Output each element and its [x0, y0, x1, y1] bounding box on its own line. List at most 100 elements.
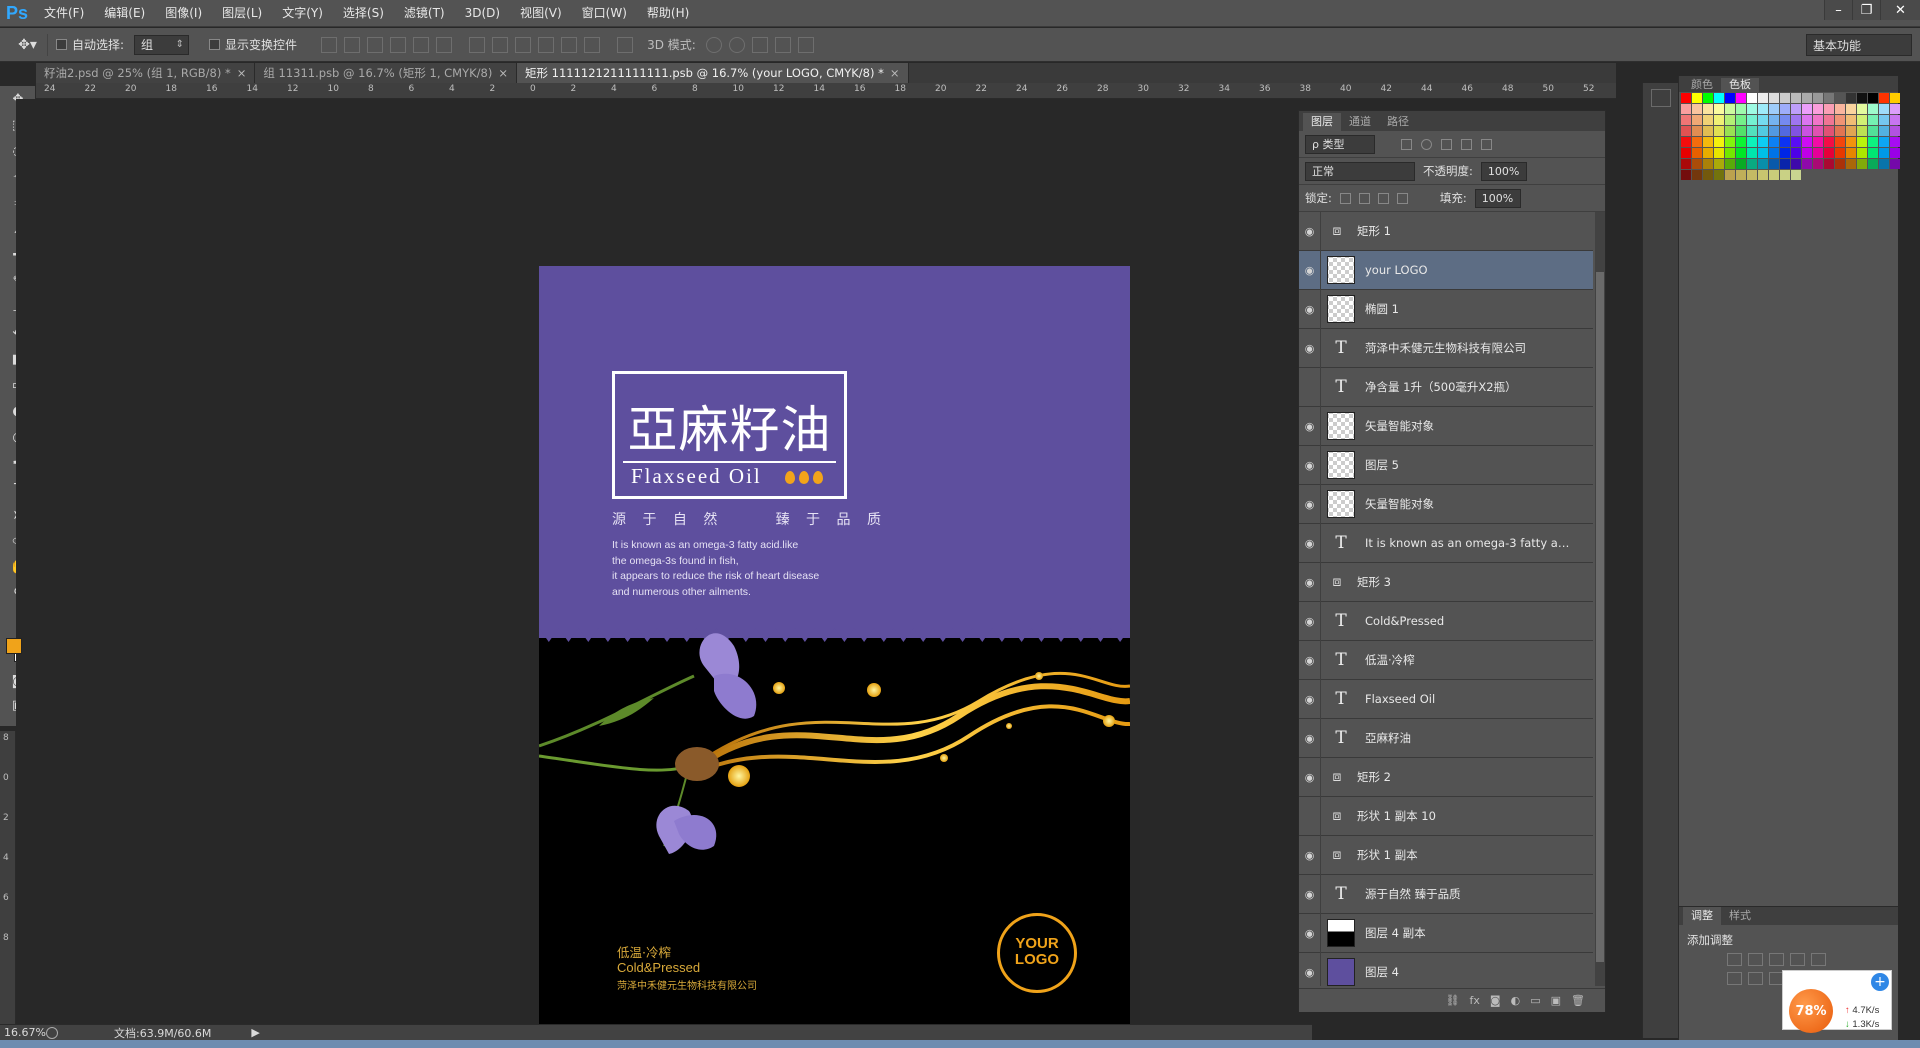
color-swatch[interactable] — [1736, 104, 1746, 114]
swatches-panel-tab[interactable]: 色板 — [1721, 78, 1759, 92]
color-swatch[interactable] — [1758, 159, 1768, 169]
color-swatch[interactable] — [1879, 126, 1889, 136]
align-right-icon[interactable] — [436, 36, 453, 53]
color-swatch[interactable] — [1824, 104, 1834, 114]
move-tool-preset-icon[interactable]: ✥▾ — [8, 33, 48, 56]
color-swatch[interactable] — [1714, 170, 1724, 180]
menu-item-6[interactable]: 滤镜(T) — [394, 0, 455, 27]
visibility-eye-icon[interactable]: ◉ — [1299, 523, 1321, 563]
align-left-icon[interactable] — [390, 36, 407, 53]
tab-close-icon[interactable]: × — [498, 66, 508, 80]
align-top-icon[interactable] — [321, 36, 338, 53]
rotate-3d-icon[interactable] — [705, 36, 722, 53]
color-swatch[interactable] — [1681, 159, 1691, 169]
visibility-eye-icon[interactable]: ◉ — [1299, 913, 1321, 953]
document-canvas[interactable]: 亞麻籽油 Flaxseed Oil 源 于 自 然 臻 于 品 质 It is … — [539, 266, 1130, 1048]
color-swatch[interactable] — [1857, 93, 1867, 103]
color-swatch[interactable] — [1857, 148, 1867, 158]
color-swatch[interactable] — [1835, 159, 1845, 169]
distribute-vcenter-icon[interactable] — [492, 36, 509, 53]
color-swatch[interactable] — [1846, 93, 1856, 103]
color-swatch[interactable] — [1692, 126, 1702, 136]
layers-panel-tab[interactable]: 图层 — [1303, 113, 1341, 131]
color-swatch[interactable] — [1703, 115, 1713, 125]
color-swatch[interactable] — [1769, 148, 1779, 158]
color-swatch[interactable] — [1769, 93, 1779, 103]
layer-row[interactable]: ◉ your LOGO — [1299, 250, 1593, 290]
status-info-icon[interactable] — [46, 1026, 58, 1039]
brightness-icon[interactable] — [1727, 953, 1742, 966]
color-swatch[interactable] — [1813, 159, 1823, 169]
roll-3d-icon[interactable] — [728, 36, 745, 53]
fill-input[interactable]: 100% — [1474, 188, 1521, 208]
color-swatch[interactable] — [1714, 148, 1724, 158]
zoom-level[interactable]: 16.67% — [0, 1026, 46, 1039]
color-swatch[interactable] — [1747, 126, 1757, 136]
color-swatch[interactable] — [1703, 159, 1713, 169]
color-swatch[interactable] — [1879, 148, 1889, 158]
color-swatch[interactable] — [1747, 104, 1757, 114]
color-swatch[interactable] — [1780, 115, 1790, 125]
color-swatch[interactable] — [1890, 104, 1900, 114]
color-swatch[interactable] — [1890, 148, 1900, 158]
drag-3d-icon[interactable] — [751, 36, 768, 53]
delete-layer-icon[interactable]: 🗑 — [1571, 994, 1585, 1007]
smart-object-filter-icon[interactable] — [1481, 138, 1492, 150]
color-swatch[interactable] — [1846, 126, 1856, 136]
color-swatch[interactable] — [1714, 159, 1724, 169]
color-swatch[interactable] — [1868, 137, 1878, 147]
layer-row[interactable]: ◉ 图层 5 — [1299, 445, 1593, 485]
color-swatch[interactable] — [1692, 170, 1702, 180]
color-swatch[interactable] — [1769, 170, 1779, 180]
new-adjustment-icon[interactable]: ◐ — [1511, 994, 1521, 1007]
menu-item-10[interactable]: 帮助(H) — [637, 0, 699, 27]
color-swatch[interactable] — [1681, 104, 1691, 114]
visibility-eye-icon[interactable]: ◉ — [1299, 601, 1321, 641]
color-swatch[interactable] — [1791, 115, 1801, 125]
color-swatch[interactable] — [1703, 93, 1713, 103]
color-swatch[interactable] — [1835, 104, 1845, 114]
color-swatch[interactable] — [1703, 104, 1713, 114]
color-swatch[interactable] — [1857, 126, 1867, 136]
color-swatch[interactable] — [1879, 137, 1889, 147]
color-swatch[interactable] — [1780, 148, 1790, 158]
color-swatch[interactable] — [1791, 126, 1801, 136]
color-swatch[interactable] — [1879, 159, 1889, 169]
color-swatch[interactable] — [1846, 148, 1856, 158]
color-swatch[interactable] — [1747, 137, 1757, 147]
color-swatch[interactable] — [1791, 170, 1801, 180]
color-swatch[interactable] — [1736, 115, 1746, 125]
layers-panel-tab[interactable]: 路径 — [1379, 113, 1417, 131]
color-swatch[interactable] — [1769, 137, 1779, 147]
color-swatch[interactable] — [1736, 170, 1746, 180]
distribute-left-icon[interactable] — [538, 36, 555, 53]
visibility-eye-icon[interactable]: ◉ — [1299, 796, 1321, 836]
menu-item-9[interactable]: 窗口(W) — [572, 0, 637, 27]
color-swatch[interactable] — [1857, 104, 1867, 114]
layer-row[interactable]: ◉ T 源于自然 臻于品质 — [1299, 874, 1593, 914]
visibility-eye-icon[interactable]: ◉ — [1299, 328, 1321, 368]
color-swatch[interactable] — [1725, 104, 1735, 114]
color-swatch[interactable] — [1725, 159, 1735, 169]
color-swatch[interactable] — [1868, 115, 1878, 125]
menu-item-1[interactable]: 编辑(E) — [94, 0, 155, 27]
visibility-eye-icon[interactable]: ◉ — [1299, 250, 1321, 290]
color-swatch[interactable] — [1890, 126, 1900, 136]
menu-item-2[interactable]: 图像(I) — [155, 0, 212, 27]
color-swatch[interactable] — [1692, 104, 1702, 114]
layer-row[interactable]: ◉ T It is known as an omega-3 fatty acid.l… — [1299, 523, 1593, 563]
color-swatch[interactable] — [1846, 115, 1856, 125]
vibrance-icon[interactable] — [1811, 953, 1826, 966]
color-swatch[interactable] — [1681, 137, 1691, 147]
layer-row[interactable]: ◉ T 亞麻籽油 — [1299, 718, 1593, 758]
document-tab[interactable]: 矩形 1111121211111111.psb @ 16.7% (your LO… — [516, 63, 909, 83]
menu-item-5[interactable]: 选择(S) — [333, 0, 394, 27]
minimize-button[interactable]: – — [1824, 0, 1852, 20]
document-tab[interactable]: 组 11311.psb @ 16.7% (矩形 1, CMYK/8) × — [255, 63, 517, 83]
lock-image-icon[interactable] — [1358, 192, 1370, 204]
color-swatch[interactable] — [1813, 137, 1823, 147]
distribute-bottom-icon[interactable] — [515, 36, 532, 53]
color-swatch[interactable] — [1868, 126, 1878, 136]
layer-row[interactable]: ◉ ⧈ 矩形 3 — [1299, 562, 1593, 602]
visibility-eye-icon[interactable]: ◉ — [1299, 874, 1321, 914]
